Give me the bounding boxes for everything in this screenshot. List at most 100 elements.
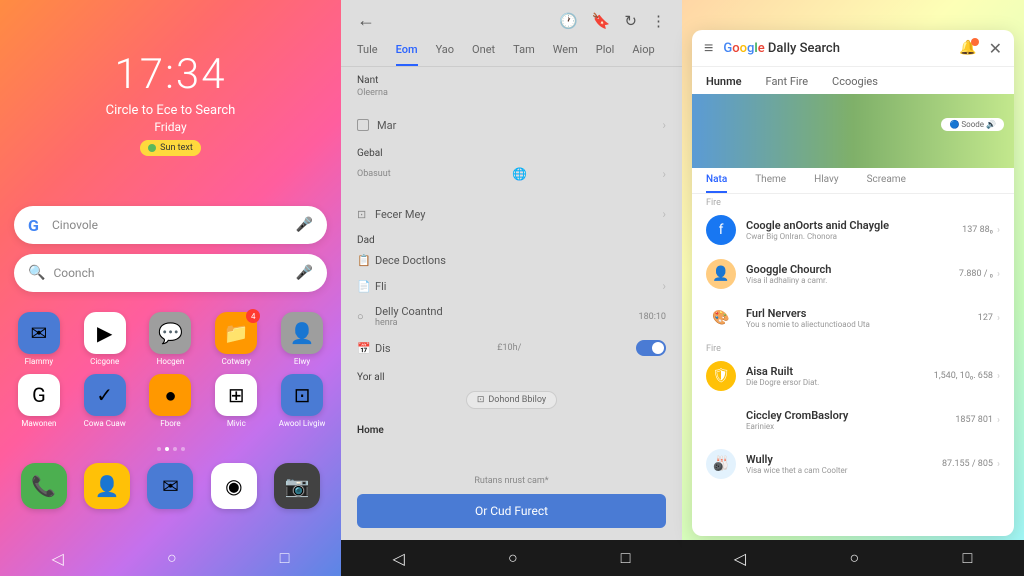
feed-item[interactable]: 👤 Googgle ChourchVisa il adhaliny a camr.… [692,252,1014,296]
toggle-row[interactable]: 📅 Dis £10h/ [357,334,666,362]
google-search-bar[interactable]: G Cinovole 🎤 [14,206,327,244]
nav-item[interactable]: Hunme [706,75,742,88]
subtab[interactable]: Hlavy [814,174,839,193]
primary-button[interactable]: Or Cud Furect [357,494,666,528]
feed-item[interactable]: ◉Ciccley CromBasloryEariniex1857 801› [692,398,1014,442]
history-icon[interactable]: 🕐 [559,12,578,30]
home-button[interactable]: ○ [508,548,518,568]
overflow-icon[interactable]: ⋮ [651,12,666,30]
clock-day: Friday [0,120,341,134]
option-row[interactable]: ⊡ Fecer Mey › [357,201,666,227]
dock-app[interactable]: ◉ [211,463,257,509]
subtab[interactable]: Screame [867,174,906,193]
bookmark-icon[interactable]: 🔖 [592,12,611,30]
option-row[interactable]: 📄 Fli › [357,273,666,299]
back-arrow-icon[interactable]: ← [357,10,375,31]
app-icon[interactable]: ▶ [84,312,126,354]
refresh-icon[interactable]: ↻ [624,12,637,30]
app-icon[interactable]: ✉ [18,312,60,354]
status-badge[interactable]: Sun text [140,140,201,156]
daily-search-card: ≡ Google Dally Search 🔔 ✕ HunmeFant Fire… [692,30,1014,536]
app-item[interactable]: 📁4Cotwary [207,312,265,366]
menu-icon[interactable]: ≡ [704,38,713,58]
item-subtitle: Visa il adhaliny a camr. [746,276,953,285]
item-subtitle: Cwar Big Onlran. Chonora [746,232,956,241]
app-icon[interactable]: ⊞ [215,374,257,416]
app-label: Mawonen [21,419,56,428]
settings-tab[interactable]: Tule [357,43,378,66]
settings-tab[interactable]: Plol [596,43,615,66]
android-navbar: ◁ ○ □ [682,540,1024,576]
option-row[interactable]: 📋 Dece Doctlons [357,248,666,273]
nav-item[interactable]: Fant Fire [766,75,809,88]
checkbox-option[interactable]: Mar › [357,112,666,138]
hero-banner[interactable]: 🔵 Soode 🔊 [692,94,1014,168]
app-label: Flammy [25,357,54,366]
app-item[interactable]: 💬Hocgen [141,312,199,366]
dock-app[interactable]: 👤 [84,463,130,509]
chevron-right-icon: › [997,313,1000,324]
secondary-search-bar[interactable]: 🔍 Coonch 🎤 [14,254,327,292]
app-icon[interactable]: ✓ [84,374,126,416]
recents-button[interactable]: □ [280,548,290,568]
app-item[interactable]: ✓ Cowa Cuaw [76,374,134,428]
app-row: G Mawonen ✓ Cowa Cuaw ●Fbore⊞Mivic⊡Awool Liv… [6,374,335,428]
dock-app[interactable]: 📞 [21,463,67,509]
avatar: 👤 [706,259,736,289]
app-item[interactable]: G Mawonen [10,374,68,428]
dock-app[interactable]: ✉ [147,463,193,509]
home-label: Home [357,425,666,436]
settings-tab[interactable]: Onet [472,43,495,66]
back-button[interactable]: ◁ [393,549,405,568]
hero-pill[interactable]: 🔵 Soode 🔊 [941,118,1004,131]
app-icon[interactable]: ● [149,374,191,416]
mic-icon[interactable]: 🎤 [296,265,313,281]
item-subtitle: You s nomie to aliectunctioaod Uta [746,320,972,329]
app-label: Cicgone [90,357,119,366]
app-item[interactable]: ⊞Mivic [207,374,265,428]
control-row[interactable]: ○ Delly Coantnd henra 180:10 [357,299,666,334]
notification-icon[interactable]: 🔔 [959,40,976,56]
back-button[interactable]: ◁ [52,549,64,568]
feed-item[interactable]: 🛡Aisa RuiltDie Dogre ersor Diat.1,540, 1… [692,354,1014,398]
feed-item[interactable]: 🎨Furl NerversYou s nomie to aliectunctio… [692,296,1014,340]
feed-item[interactable]: 🎳WullyVisa wice thet a cam Coolter87.155… [692,442,1014,486]
back-button[interactable]: ◁ [734,549,746,568]
list-icon: 📋 [357,254,375,267]
feed-item[interactable]: fCoogle anOorts anid ChaygleCwar Big Onl… [692,208,1014,252]
nav-item[interactable]: Ccoogies [832,75,878,88]
item-meta: 1857 801 [955,415,993,425]
recents-button[interactable]: □ [621,548,631,568]
detail-row[interactable]: Obasuut 🌐 › [357,161,666,187]
settings-tab[interactable]: Tam [513,43,535,66]
app-icon[interactable]: 📁4 [215,312,257,354]
subtab[interactable]: Theme [755,174,786,193]
item-title: Googgle Chourch [746,263,953,276]
dock-app[interactable]: 📷 [274,463,320,509]
app-label: Cowa Cuaw [84,419,126,428]
home-screen: 17:34 Circle to Ece to Search Friday Sun… [0,0,341,576]
home-button[interactable]: ○ [849,548,859,568]
subtab[interactable]: Nata [706,174,727,193]
settings-tab[interactable]: Aiop [632,43,654,66]
app-icon[interactable]: 👤 [281,312,323,354]
settings-tab[interactable]: Yao [436,43,454,66]
app-item[interactable]: ●Fbore [141,374,199,428]
app-icon[interactable]: ⊡ [281,374,323,416]
toggle-switch[interactable] [636,340,666,356]
suggestion-chip[interactable]: ⊡Dohond Bbiloy [466,391,557,409]
app-item[interactable]: ▶ Cicgone [76,312,134,366]
app-item[interactable]: 👤Elwy [273,312,331,366]
recents-button[interactable]: □ [963,548,973,568]
settings-tab[interactable]: Wem [553,43,578,66]
app-icon[interactable]: 💬 [149,312,191,354]
app-icon[interactable]: G [18,374,60,416]
mic-icon[interactable]: 🎤 [296,217,313,233]
close-icon[interactable]: ✕ [989,39,1002,58]
settings-tab[interactable]: Eom [396,43,418,66]
item-title: Furl Nervers [746,307,972,320]
app-item[interactable]: ⊡Awool Livgiw [273,374,331,428]
app-item[interactable]: ✉ Flammy [10,312,68,366]
checkbox-icon[interactable] [357,119,369,131]
home-button[interactable]: ○ [167,548,177,568]
